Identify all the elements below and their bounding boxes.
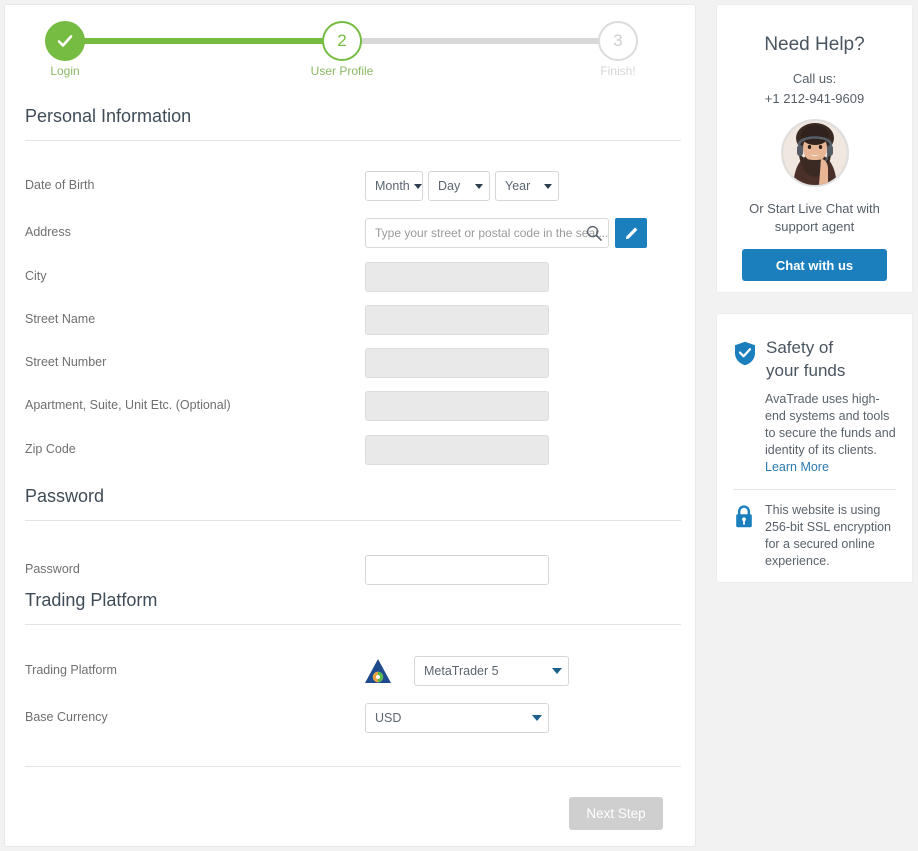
search-icon: [586, 225, 602, 241]
form-footer-divider: [25, 766, 681, 767]
support-agent-avatar: [780, 119, 849, 187]
field-row-city: City: [25, 262, 685, 292]
field-row-street-name: Street Name: [25, 305, 685, 335]
chevron-down-icon: [475, 183, 483, 189]
field-row-trading-platform: Trading Platform MetaTrader 5: [25, 656, 685, 686]
label-date-of-birth: Date of Birth: [25, 178, 95, 192]
select-birth-year-value: Year: [505, 179, 531, 193]
chat-with-us-button[interactable]: Chat with us: [742, 249, 887, 281]
page-root: Login 2 User Profile 3 Finish! Personal …: [0, 0, 918, 851]
label-zip-code: Zip Code: [25, 442, 76, 456]
need-help-card: Need Help? Call us: +1 212-941-9609 Or S…: [716, 4, 913, 293]
support-phone-number[interactable]: +1 212-941-9609: [717, 89, 912, 108]
stepper-user-profile-label: User Profile: [310, 64, 374, 78]
address-edit-button[interactable]: [615, 218, 647, 248]
input-zip-code[interactable]: [365, 435, 549, 465]
chevron-down-icon: [544, 183, 552, 189]
input-city[interactable]: [365, 262, 549, 292]
live-chat-prompt: Or Start Live Chat with support agent: [749, 201, 880, 234]
learn-more-link[interactable]: Learn More: [765, 460, 829, 474]
stepper-step-login[interactable]: Login: [5, 21, 125, 78]
section-title-trading-platform: Trading Platform: [25, 590, 681, 625]
input-apartment[interactable]: [365, 391, 549, 421]
label-apartment: Apartment, Suite, Unit Etc. (Optional): [25, 398, 231, 412]
safety-title: Safety of your funds: [766, 336, 845, 382]
select-birth-month-value: Month: [375, 179, 410, 193]
stepper-finish-bubble: 3: [598, 21, 638, 61]
field-row-address: Address Type your street or postal code …: [25, 218, 685, 248]
select-base-currency[interactable]: USD: [365, 703, 549, 733]
select-birth-day-value: Day: [438, 179, 461, 193]
ssl-text: This website is using 256-bit SSL encryp…: [765, 503, 892, 568]
chevron-down-icon: [532, 715, 542, 721]
label-password: Password: [25, 562, 80, 576]
progress-stepper: Login 2 User Profile 3 Finish!: [5, 5, 697, 85]
label-street-name: Street Name: [25, 312, 96, 326]
stepper-step-finish[interactable]: 3 Finish!: [558, 21, 678, 78]
label-street-number: Street Number: [25, 355, 107, 369]
safety-title-line1: Safety of: [766, 338, 834, 357]
section-title-personal-information: Personal Information: [25, 106, 681, 141]
safety-header: Safety of your funds: [717, 314, 912, 382]
section-title-password: Password: [25, 486, 681, 521]
stepper-finish-label: Finish!: [600, 64, 636, 78]
safety-description-block: AvaTrade uses high-end systems and tools…: [765, 391, 896, 476]
lock-icon: [736, 505, 752, 528]
stepper-user-profile-bubble: 2: [322, 21, 362, 61]
safety-title-line2: your funds: [766, 361, 846, 380]
chevron-down-icon: [413, 183, 422, 189]
metatrader-logo-icon: [365, 659, 391, 683]
stepper-login-label: Login: [50, 64, 80, 78]
call-us-label: Call us:: [792, 71, 837, 86]
field-row-zip-code: Zip Code: [25, 435, 685, 465]
field-row-date-of-birth: Date of Birth Month Day Year: [25, 171, 685, 201]
select-birth-year[interactable]: Year: [495, 171, 559, 201]
field-row-base-currency: Base Currency USD: [25, 703, 685, 733]
label-address: Address: [25, 225, 71, 239]
select-birth-day[interactable]: Day: [428, 171, 490, 201]
select-base-currency-value: USD: [375, 711, 402, 725]
select-birth-month[interactable]: Month: [365, 171, 423, 201]
select-trading-platform-value: MetaTrader 5: [424, 664, 499, 678]
next-step-button[interactable]: Next Step: [569, 797, 663, 830]
registration-card: Login 2 User Profile 3 Finish! Personal …: [4, 4, 696, 847]
address-search-input[interactable]: Type your street or postal code in the s…: [365, 218, 609, 248]
input-street-number[interactable]: [365, 348, 549, 378]
input-password[interactable]: [365, 555, 549, 585]
shield-check-icon: [735, 341, 755, 366]
label-trading-platform: Trading Platform: [25, 663, 117, 677]
field-row-password: Password: [25, 555, 685, 585]
field-row-apartment: Apartment, Suite, Unit Etc. (Optional): [25, 391, 685, 421]
check-icon: [57, 35, 73, 47]
input-street-name[interactable]: [365, 305, 549, 335]
stepper-login-bubble: [45, 21, 85, 61]
label-city: City: [25, 269, 47, 283]
safety-of-funds-card: Safety of your funds AvaTrade uses high-…: [716, 313, 913, 583]
label-base-currency: Base Currency: [25, 710, 108, 724]
need-help-title: Need Help?: [764, 34, 865, 55]
avatar-illustration: [782, 121, 847, 185]
chevron-down-icon: [552, 668, 562, 674]
ssl-notice: This website is using 256-bit SSL encryp…: [717, 490, 912, 570]
stepper-step-user-profile[interactable]: 2 User Profile: [282, 21, 402, 78]
safety-description: AvaTrade uses high-end systems and tools…: [765, 392, 896, 457]
select-trading-platform[interactable]: MetaTrader 5: [414, 656, 569, 686]
field-row-street-number: Street Number: [25, 348, 685, 378]
pencil-icon: [625, 227, 637, 239]
